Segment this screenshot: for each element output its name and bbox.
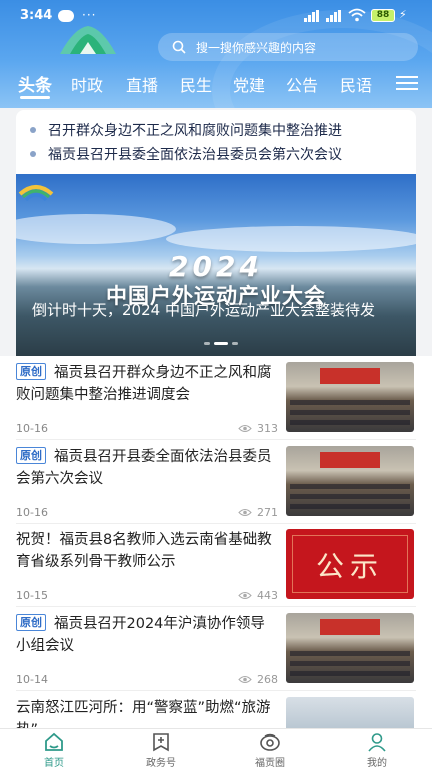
- original-tag: 原创: [16, 614, 46, 631]
- ticker-item[interactable]: 召开群众身边不正之风和腐败问题集中整治推进: [30, 118, 416, 142]
- search-icon: [172, 40, 186, 54]
- nav-label: 首页: [44, 758, 64, 768]
- news-title: 祝贺！福贡县8名教师入选云南省基础教育省级系列骨干教师公示: [16, 532, 272, 570]
- tab-politics[interactable]: 时政: [71, 72, 103, 96]
- bookmark-add-icon: [153, 733, 169, 752]
- eye-icon: [238, 676, 252, 683]
- eye-icon: [238, 425, 252, 432]
- nav-fugong-circle[interactable]: 福贡圈: [230, 731, 310, 768]
- news-thumbnail: 公示: [286, 529, 414, 599]
- notice-thumbnail-text: 公示: [315, 550, 384, 583]
- tab-headlines[interactable]: 头条: [18, 71, 52, 96]
- ticker-item[interactable]: 福贡县召开县委全面依法治县委员会第六次会议: [30, 142, 416, 166]
- nav-label: 福贡圈: [255, 758, 285, 768]
- tabs-menu-icon[interactable]: [396, 76, 418, 92]
- nav-label: 我的: [367, 758, 387, 768]
- wechat-notification-icon: [58, 10, 74, 22]
- signal-icon: [326, 10, 344, 22]
- news-title: 原创 福贡县召开群众身边不正之风和腐败问题集中整治推进调度会: [16, 363, 272, 403]
- nav-label: 政务号: [146, 758, 176, 768]
- event-logo: [18, 180, 54, 208]
- original-tag: 原创: [16, 447, 46, 464]
- status-time: 3:44: [20, 8, 53, 23]
- charging-icon: ⚡: [399, 8, 407, 21]
- nav-profile[interactable]: 我的: [337, 731, 417, 768]
- tab-live[interactable]: 直播: [126, 72, 158, 96]
- news-thumbnail: [286, 362, 414, 432]
- eye-icon: [238, 592, 252, 599]
- status-more-dots: ···: [82, 8, 97, 22]
- news-item[interactable]: 原创 福贡县召开2024年沪滇协作领导小组会议 10-14 268: [0, 607, 432, 691]
- view-count: 271: [238, 506, 278, 519]
- bullet-icon: [30, 151, 36, 157]
- tab-announcements[interactable]: 公告: [286, 72, 318, 96]
- news-item[interactable]: 原创 福贡县召开群众身边不正之风和腐败问题集中整治推进调度会 10-16 313: [0, 356, 432, 440]
- news-item[interactable]: 云南怒江匹河所：用“警察蓝”助燃“旅游热”: [0, 691, 432, 728]
- news-date: 10-16: [16, 422, 48, 435]
- banner-cloud: [166, 226, 416, 252]
- news-title: 原创 福贡县召开县委全面依法治县委员会第六次会议: [16, 447, 272, 487]
- nav-home[interactable]: 首页: [14, 731, 94, 768]
- nav-gov-accounts[interactable]: 政务号: [121, 731, 201, 768]
- bottom-navigation: 首页 政务号 福贡圈 我的: [0, 728, 432, 768]
- category-tabs: 头条 时政 直播 民生 党建 公告 民语: [0, 68, 432, 102]
- news-list: 原创 福贡县召开群众身边不正之风和腐败问题集中整治推进调度会 10-16 313 …: [0, 356, 432, 728]
- view-count: 443: [238, 589, 278, 602]
- banner-caption: 倒计时十天，2024 中国户外运动产业大会整装待发: [32, 301, 375, 319]
- news-title: 云南怒江匹河所：用“警察蓝”助燃“旅游热”: [16, 700, 271, 728]
- user-icon: [368, 733, 386, 752]
- view-count: 268: [238, 673, 278, 686]
- app-logo: [56, 24, 120, 60]
- ticker-text: 召开群众身边不正之风和腐败问题集中整治推进: [48, 123, 342, 139]
- active-tab-indicator: [20, 96, 50, 99]
- eye-icon: [238, 509, 252, 516]
- banner-year: 2024: [169, 250, 263, 283]
- news-thumbnail: [286, 446, 414, 516]
- wifi-icon: [348, 8, 366, 26]
- view-count: 313: [238, 422, 278, 435]
- tab-party[interactable]: 党建: [233, 72, 265, 96]
- tab-folk-voice[interactable]: 民语: [340, 72, 372, 96]
- featured-banner[interactable]: 2024 中国户外运动产业大会 倒计时十天，2024 中国户外运动产业大会整装待…: [16, 174, 416, 356]
- bullet-icon: [30, 127, 36, 133]
- banner-cloud: [16, 214, 176, 244]
- ticker-text: 福贡县召开县委全面依法治县委员会第六次会议: [48, 147, 342, 163]
- news-date: 10-16: [16, 506, 48, 519]
- home-icon: [45, 732, 63, 751]
- original-tag: 原创: [16, 363, 46, 380]
- carousel-pager: [204, 342, 238, 345]
- circle-icon: [260, 733, 280, 751]
- tab-livelihood[interactable]: 民生: [180, 72, 212, 96]
- battery-icon: 88: [371, 9, 395, 22]
- news-thumbnail: [286, 697, 414, 728]
- news-date: 10-15: [16, 589, 48, 602]
- news-date: 10-14: [16, 673, 48, 686]
- app-header: 3:44 ··· 88 ⚡ 搜一搜你感兴趣的内容 头条 时政 直播 民生 党建 …: [0, 0, 432, 108]
- news-item[interactable]: 原创 福贡县召开县委全面依法治县委员会第六次会议 10-16 271: [0, 440, 432, 524]
- news-thumbnail: [286, 613, 414, 683]
- search-placeholder: 搜一搜你感兴趣的内容: [196, 40, 317, 55]
- search-bar[interactable]: 搜一搜你感兴趣的内容: [158, 33, 418, 61]
- news-title: 原创 福贡县召开2024年沪滇协作领导小组会议: [16, 614, 265, 654]
- news-ticker: 召开群众身边不正之风和腐败问题集中整治推进 福贡县召开县委全面依法治县委员会第六…: [16, 110, 416, 174]
- signal-icon: [304, 10, 322, 22]
- news-item[interactable]: 祝贺！福贡县8名教师入选云南省基础教育省级系列骨干教师公示 10-15 443 …: [0, 523, 432, 607]
